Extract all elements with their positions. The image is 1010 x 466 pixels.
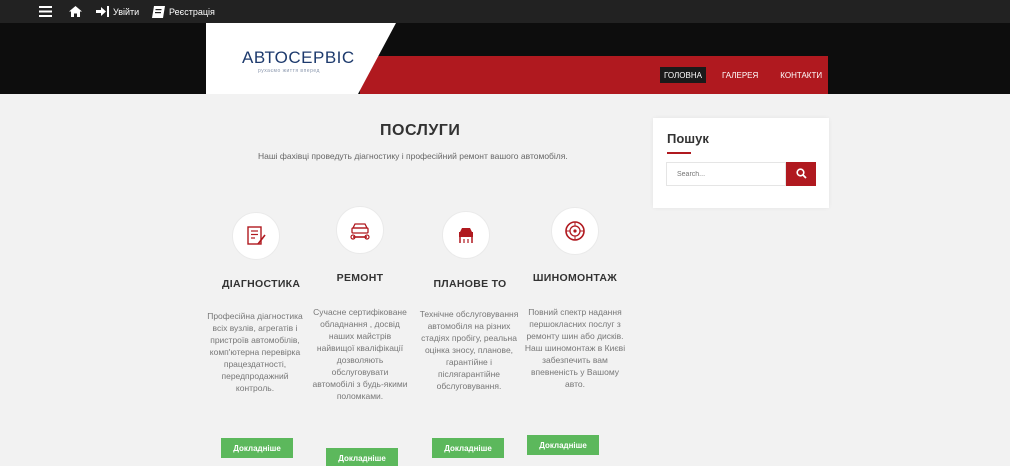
service-desc-maintenance: Технічне обслуговування автомобіля на рі… xyxy=(419,309,519,391)
search-widget-title: Пошук xyxy=(667,131,709,146)
login-icon xyxy=(96,6,109,17)
menu-icon[interactable] xyxy=(39,0,52,23)
services-title: ПОСЛУГИ xyxy=(380,122,461,139)
register-link[interactable]: Реєстрація xyxy=(152,0,215,23)
service-title-diagnostics: ДІАГНОСТИКА xyxy=(222,278,301,290)
service-desc-diagnostics: Професійна діагностика всіх вузлів, агре… xyxy=(207,311,303,393)
nav-item-contacts[interactable]: КОНТАКТИ xyxy=(776,67,826,83)
service-title-repair: РЕМОНТ xyxy=(336,272,384,284)
logo-title[interactable]: АВТОСЕРВІС xyxy=(242,48,355,68)
search-button[interactable] xyxy=(786,162,816,186)
admin-toolbar: Увійти Реєстрація xyxy=(0,0,1010,23)
service-title-maintenance: ПЛАНОВЕ ТО xyxy=(433,278,507,290)
tire-icon xyxy=(551,207,599,255)
login-label: Увійти xyxy=(113,6,140,17)
login-link[interactable]: Увійти xyxy=(96,0,139,23)
service-desc-tire-service: Повний спектр надання першокласних послу… xyxy=(524,307,626,389)
repair-icon xyxy=(336,206,384,254)
main-nav: ГОЛОВНА ГАЛЕРЕЯ КОНТАКТИ xyxy=(660,65,826,85)
maintenance-more-button[interactable]: Докладніше xyxy=(432,438,504,458)
register-icon xyxy=(152,5,165,18)
diagnostics-icon xyxy=(232,212,280,260)
car-lift-icon xyxy=(442,211,490,259)
register-label: Реєстрація xyxy=(169,6,215,17)
title-underline xyxy=(667,152,691,154)
nav-item-gallery[interactable]: ГАЛЕРЕЯ xyxy=(718,67,762,83)
services-subtitle: Наші фахівці проведуть діагностику і про… xyxy=(258,151,568,161)
repair-more-button[interactable]: Докладніше xyxy=(326,448,398,466)
diagnostics-more-button[interactable]: Докладніше xyxy=(221,438,293,458)
service-desc-repair: Сучасне сертифіковане обладнання , досві… xyxy=(312,307,408,401)
search-icon xyxy=(795,167,807,182)
tire-service-more-button[interactable]: Докладніше xyxy=(527,435,599,455)
home-icon[interactable] xyxy=(69,0,82,23)
service-title-tire-service: ШИНОМОНТАЖ xyxy=(532,272,618,284)
nav-item-home[interactable]: ГОЛОВНА xyxy=(660,67,706,83)
search-input[interactable] xyxy=(666,162,786,186)
logo-tagline: рухаємо життя вперед xyxy=(258,68,320,74)
